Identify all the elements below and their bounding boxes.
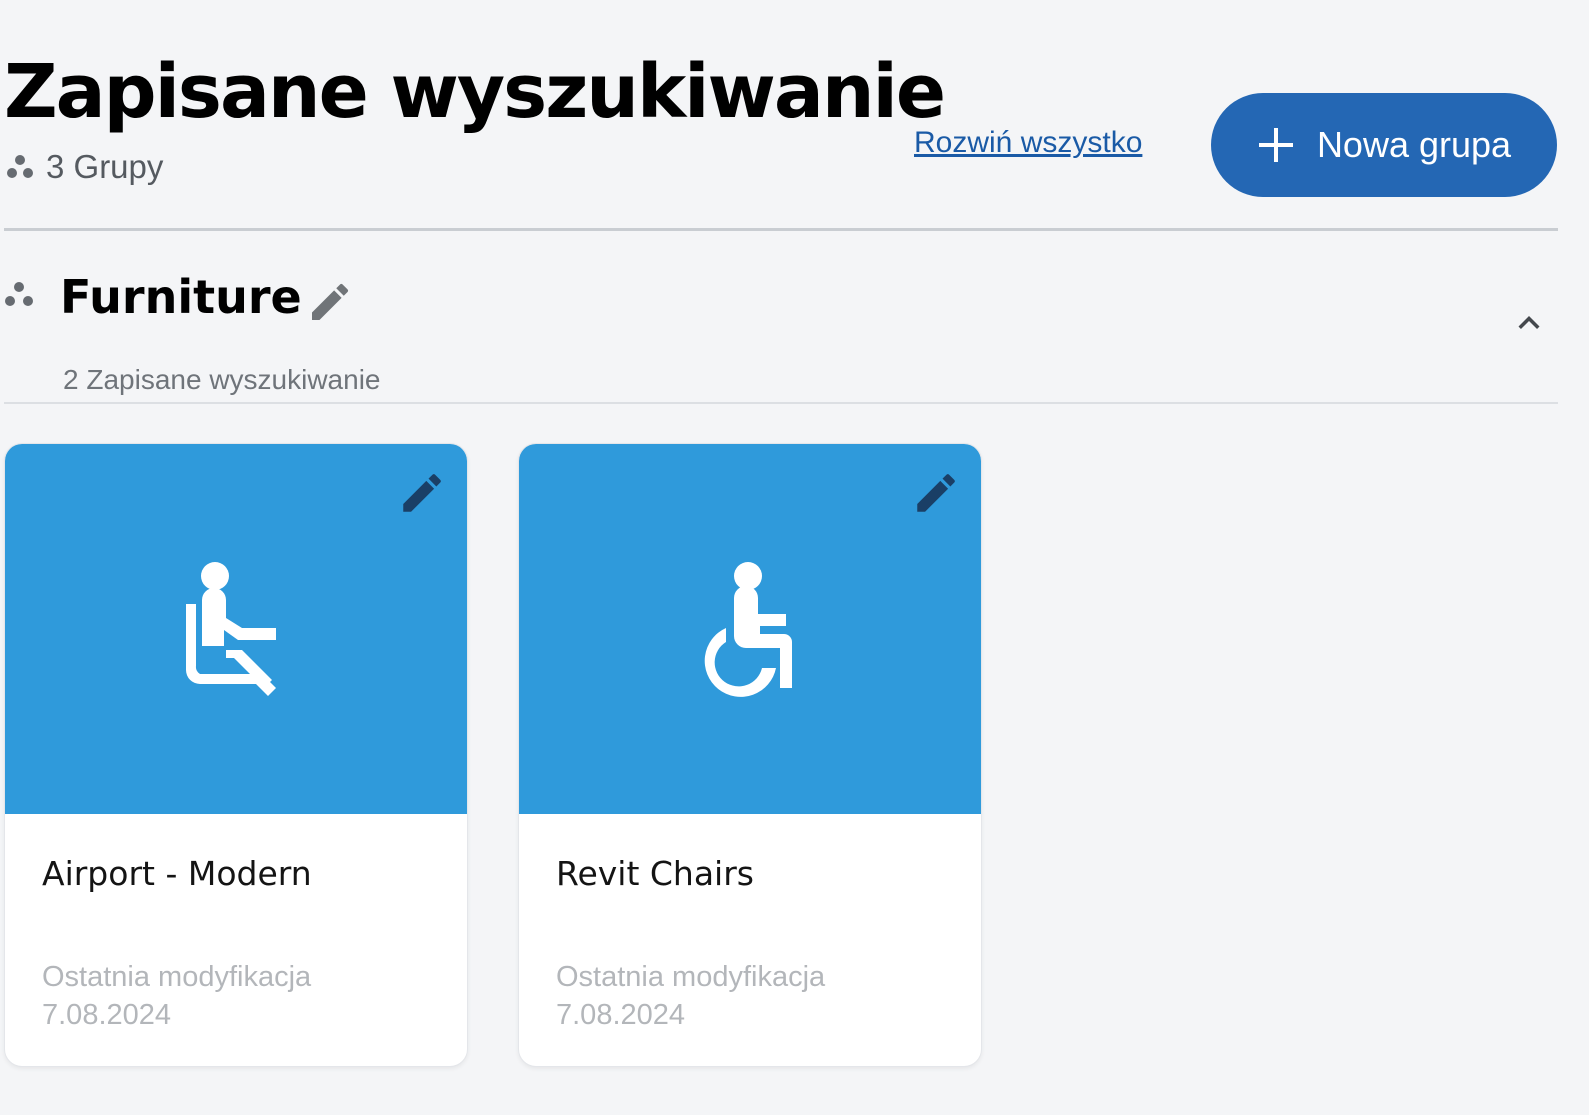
card-meta: Ostatnia modyfikacja 7.08.2024 xyxy=(556,958,825,1034)
card-banner xyxy=(5,444,467,814)
last-modified-label: Ostatnia modyfikacja xyxy=(42,961,312,993)
card-title: Revit Chairs xyxy=(556,854,754,893)
expand-all-link[interactable]: Rozwiń wszystko xyxy=(914,126,1142,160)
group-search-count: 2 Zapisane wyszukiwanie xyxy=(63,364,381,395)
group-divider xyxy=(4,402,1558,404)
page-title: Zapisane wyszukiwanie xyxy=(4,49,946,135)
plus-icon xyxy=(1258,128,1293,162)
last-modified-date: 7.08.2024 xyxy=(556,999,686,1031)
card-banner xyxy=(519,444,981,814)
group-name: Furniture xyxy=(60,270,302,324)
header-divider xyxy=(4,228,1558,231)
card-meta: Ostatnia modyfikacja 7.08.2024 xyxy=(42,958,311,1034)
last-modified-label: Ostatnia modyfikacja xyxy=(556,961,826,993)
airline-seat-icon xyxy=(186,562,276,696)
new-group-label: Nowa grupa xyxy=(1316,124,1512,165)
edit-card-icon[interactable] xyxy=(397,468,447,518)
saved-search-card[interactable]: Revit Chairs Ostatnia modyfikacja 7.08.2… xyxy=(518,443,982,1067)
group-count: 3 Grupy xyxy=(6,148,163,186)
group-count-label: 3 Grupy xyxy=(46,148,164,185)
card-title: Airport - Modern xyxy=(42,854,312,893)
last-modified-date: 7.08.2024 xyxy=(42,999,172,1031)
group-icon xyxy=(5,282,33,306)
new-group-button[interactable]: Nowa grupa xyxy=(1211,93,1557,197)
edit-card-icon[interactable] xyxy=(911,468,961,518)
groups-icon xyxy=(7,155,33,178)
collapse-group-chevron-up-icon[interactable] xyxy=(1508,302,1550,344)
saved-searches-page: Zapisane wyszukiwanie 3 Grupy Rozwiń wsz… xyxy=(0,0,1589,1115)
accessible-icon xyxy=(704,562,792,697)
saved-search-card[interactable]: Airport - Modern Ostatnia modyfikacja 7.… xyxy=(4,443,468,1067)
edit-group-icon[interactable] xyxy=(306,278,354,326)
